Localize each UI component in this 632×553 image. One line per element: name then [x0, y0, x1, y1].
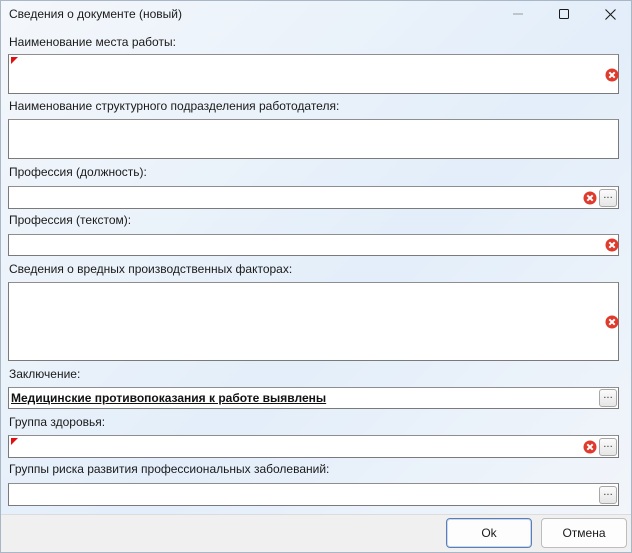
minimize-icon: [513, 13, 523, 15]
dialog-window: Сведения о документе (новый) Наименовани…: [0, 0, 632, 553]
close-button[interactable]: [587, 1, 631, 27]
workplace-label: Наименование места работы:: [9, 35, 176, 49]
hazards-textarea[interactable]: [8, 282, 619, 361]
department-label: Наименование структурного подразделения …: [9, 99, 340, 113]
health-group-browse-button[interactable]: ...: [599, 438, 617, 456]
risk-groups-input[interactable]: ...: [8, 483, 619, 506]
close-icon: [604, 8, 616, 20]
workplace-input[interactable]: [8, 54, 619, 94]
hazards-label: Сведения о вредных производственных факт…: [9, 262, 293, 276]
profession-label: Профессия (должность):: [9, 165, 147, 179]
conclusion-browse-button[interactable]: ...: [599, 389, 617, 407]
cancel-button[interactable]: Отмена: [541, 518, 627, 548]
required-marker: [11, 438, 18, 445]
conclusion-input[interactable]: Медицинские противопоказания к работе вы…: [8, 387, 619, 409]
title-bar[interactable]: Сведения о документе (новый): [1, 1, 631, 27]
profession-browse-button[interactable]: ...: [599, 189, 617, 207]
error-icon: [605, 238, 619, 252]
error-icon: [605, 315, 619, 329]
profession-text-label: Профессия (текстом):: [9, 213, 132, 227]
error-icon: [583, 191, 597, 205]
health-group-input[interactable]: ...: [8, 435, 619, 458]
profession-text-input[interactable]: [8, 234, 619, 256]
error-icon: [583, 440, 597, 454]
department-input[interactable]: [8, 119, 619, 159]
maximize-button[interactable]: [541, 1, 587, 27]
minimize-button[interactable]: [495, 1, 541, 27]
ok-button[interactable]: Ok: [446, 518, 532, 548]
profession-input[interactable]: ...: [8, 186, 619, 209]
maximize-icon: [559, 9, 569, 19]
required-marker: [11, 57, 18, 64]
dialog-footer: [1, 514, 631, 552]
risk-groups-browse-button[interactable]: ...: [599, 486, 617, 504]
conclusion-label: Заключение:: [9, 367, 81, 381]
window-title: Сведения о документе (новый): [9, 7, 183, 21]
error-icon: [605, 68, 619, 82]
risk-groups-label: Группы риска развития профессиональных з…: [9, 462, 330, 476]
conclusion-value: Медицинские противопоказания к работе вы…: [11, 391, 327, 405]
health-group-label: Группа здоровья:: [9, 415, 106, 429]
